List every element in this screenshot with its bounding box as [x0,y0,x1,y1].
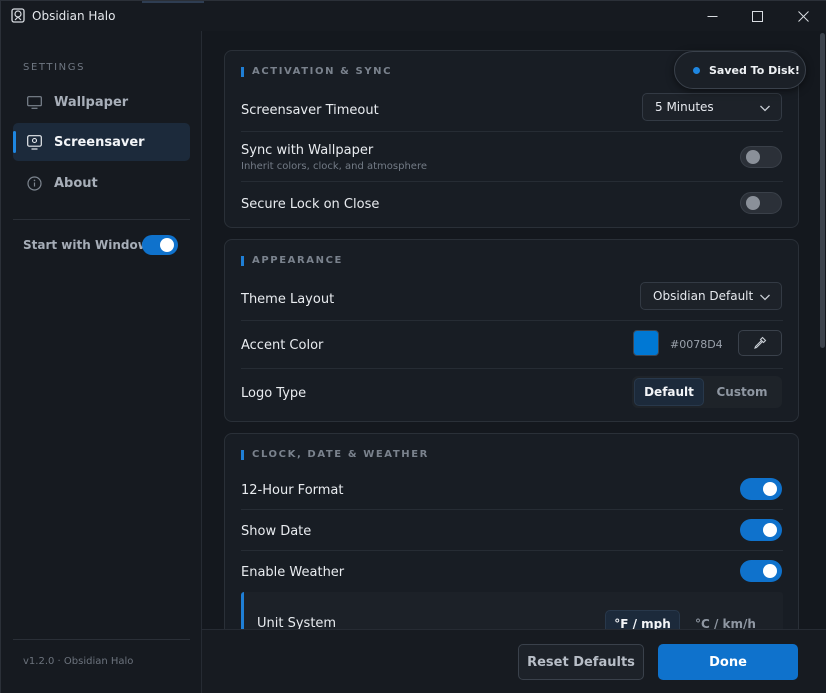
unit-system-panel: Unit System °F / mph °C / km/h [241,592,783,629]
sidebar-item-label: Screensaver [54,134,145,150]
saved-toast-text: Saved To Disk! [709,63,800,77]
maximize-icon [751,10,763,22]
toggle-knob [763,564,777,578]
sidebar-item-wallpaper[interactable]: Wallpaper [13,83,190,121]
hour12-toggle[interactable] [740,478,782,500]
hour12-row: 12-Hour Format [241,479,783,501]
logo-type-default-option[interactable]: Default [634,378,704,406]
toggle-knob [746,150,760,164]
app-window: Obsidian Halo SETTINGS Wallpaper Screens… [0,0,826,693]
row-label: Theme Layout [241,291,335,307]
row-label: Accent Color [241,337,324,353]
secure-lock-toggle[interactable] [740,192,782,214]
row-label: Sync with Wallpaper [241,142,374,158]
footer-bar: Reset Defaults Done [202,629,826,693]
unit-system-segmented: °F / mph °C / km/h [603,608,781,629]
monitor-icon [27,95,42,109]
appearance-card: APPEARANCE Theme Layout Obsidian Default… [224,239,799,422]
dropdown-value: Obsidian Default [653,289,754,303]
start-with-windows-label: Start with Windows [23,238,156,252]
show-date-toggle[interactable] [740,519,782,541]
enable-weather-toggle[interactable] [740,560,782,582]
sidebar: SETTINGS Wallpaper Screensaver About Sta… [1,31,202,693]
row-divider [241,509,783,510]
unit-metric-option[interactable]: °C / km/h [680,610,771,629]
minimize-icon [707,15,717,17]
sidebar-item-screensaver[interactable]: Screensaver [13,123,190,161]
content-scrollbar[interactable] [820,33,825,348]
toggle-knob [763,482,777,496]
chevron-down-icon [760,105,770,112]
logo-type-custom-option[interactable]: Custom [704,378,780,406]
sidebar-heading: SETTINGS [23,62,86,73]
unit-imperial-option[interactable]: °F / mph [605,610,680,629]
toggle-knob [746,196,760,210]
secure-lock-row: Secure Lock on Close [241,193,783,215]
close-icon [797,10,809,22]
row-label: Logo Type [241,385,307,401]
sidebar-divider [13,219,190,220]
section-title: APPEARANCE [241,255,343,266]
row-label: Enable Weather [241,564,345,580]
sidebar-item-label: Wallpaper [54,94,129,110]
reset-defaults-button[interactable]: Reset Defaults [518,644,644,680]
chevron-down-icon [760,294,770,301]
sidebar-divider [13,639,190,640]
eyedropper-icon [754,336,767,349]
screensaver-icon [27,134,42,150]
theme-layout-dropdown[interactable]: Obsidian Default [640,282,782,310]
sidebar-item-about[interactable]: About [13,164,190,202]
titlebar-accent-line [142,1,204,3]
title-bar: Obsidian Halo [1,1,826,31]
row-divider [241,550,783,551]
row-label: Show Date [241,523,312,539]
accent-color-swatch[interactable] [633,330,659,356]
color-picker-button[interactable] [738,330,782,356]
minimize-button[interactable] [689,1,735,31]
row-label: 12-Hour Format [241,482,344,498]
row-label: Secure Lock on Close [241,196,380,212]
clock-date-weather-card: CLOCK, DATE & WEATHER 12-Hour Format Sho… [224,433,799,629]
enable-weather-row: Enable Weather [241,561,783,583]
close-button[interactable] [780,1,826,31]
maximize-button[interactable] [734,1,780,31]
dropdown-value: 5 Minutes [655,100,714,114]
version-text: v1.2.0 · Obsidian Halo [23,656,134,667]
saved-toast: Saved To Disk! [674,51,806,89]
accent-hex-value: #0078D4 [670,338,723,351]
sync-wallpaper-toggle[interactable] [740,146,782,168]
row-sublabel: Inherit colors, clock, and atmosphere [241,160,427,172]
show-date-row: Show Date [241,520,783,542]
settings-content: ACTIVATION & SYNC Screensaver Timeout 5 … [202,31,826,629]
toggle-knob [763,523,777,537]
row-label: Unit System [257,616,337,629]
row-divider [241,181,783,182]
row-divider [241,368,783,369]
row-label: Screensaver Timeout [241,102,379,118]
sidebar-item-label: About [54,175,98,191]
toggle-knob [160,238,174,252]
info-icon [27,175,42,191]
section-title: ACTIVATION & SYNC [241,66,392,77]
row-divider [241,320,783,321]
row-divider [241,131,783,132]
logo-type-segmented: Default Custom [632,376,782,408]
done-button[interactable]: Done [658,644,798,680]
app-logo-icon [11,8,25,23]
timeout-dropdown[interactable]: 5 Minutes [642,93,782,121]
status-dot [693,66,700,74]
start-with-windows-toggle[interactable] [142,235,178,255]
section-title: CLOCK, DATE & WEATHER [241,449,429,460]
window-title: Obsidian Halo [32,9,116,23]
sync-wallpaper-row: Sync with Wallpaper Inherit colors, cloc… [241,139,783,175]
